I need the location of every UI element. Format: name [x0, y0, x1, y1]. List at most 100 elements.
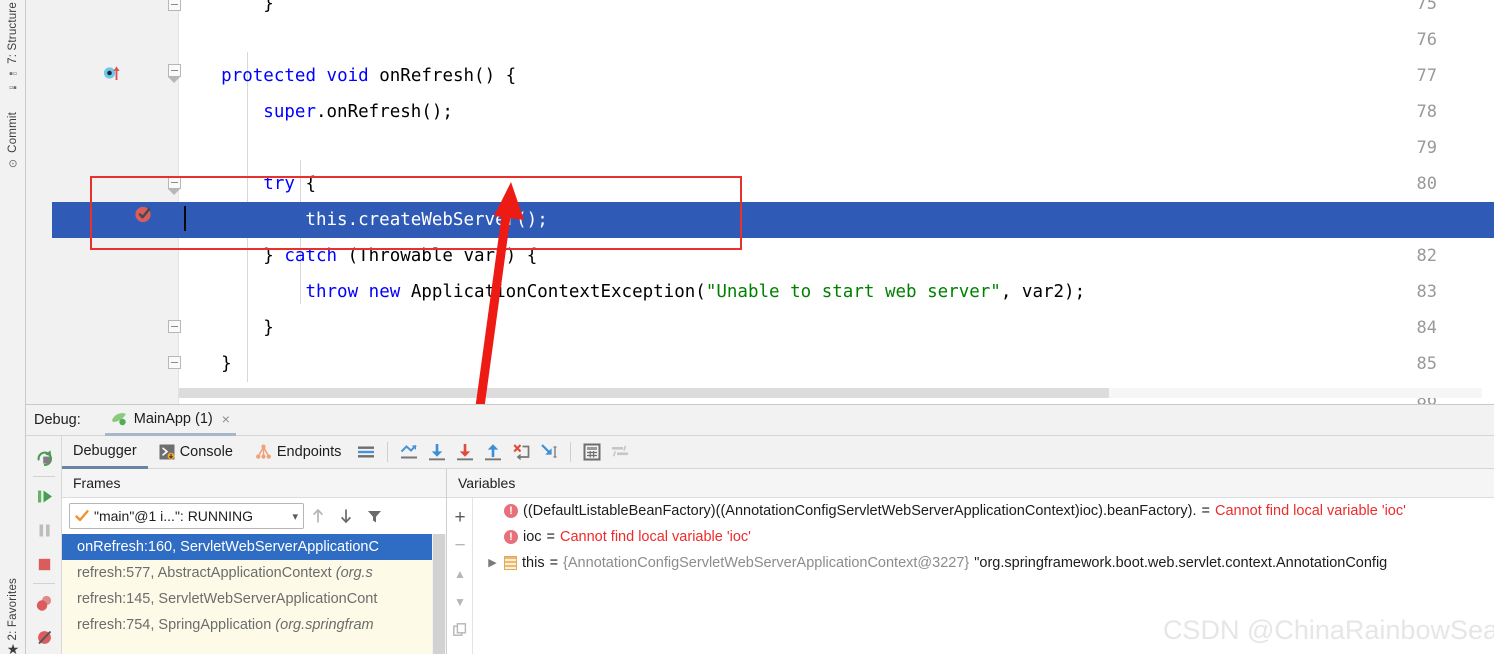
code-line[interactable]: }	[179, 310, 1494, 346]
variable-equals: =	[549, 555, 559, 571]
variable-name: ((DefaultListableBeanFactory)((Annotatio…	[523, 503, 1197, 519]
tab-console-label: Console	[179, 444, 233, 460]
tab-debugger-label: Debugger	[73, 442, 137, 459]
variables-pane: Variables + − ▲ ▼ ! ((DefaultListableBea…	[447, 469, 1494, 654]
variables-list[interactable]: ! ((DefaultListableBeanFactory)((Annotati…	[474, 498, 1494, 654]
sidebar-item-structure[interactable]: 7: Structure ▪▫ ▫▪	[0, 2, 26, 95]
sidebar-item-commit[interactable]: Commit ⊙	[0, 112, 26, 171]
frame-up-button[interactable]	[304, 503, 332, 529]
close-icon[interactable]: ×	[222, 412, 230, 426]
thread-select[interactable]: "main"@1 i...": RUNNING ▾	[69, 503, 304, 529]
code-line-current[interactable]: this.createWebServer();	[52, 202, 1494, 238]
frame-item[interactable]: onRefresh:160, ServletWebServerApplicati…	[62, 534, 432, 560]
rerun-button[interactable]	[26, 440, 62, 474]
frame-item[interactable]: refresh:145, ServletWebServerApplication…	[62, 586, 432, 612]
toolbar-separator	[570, 442, 572, 462]
stop-button[interactable]	[26, 547, 62, 581]
console-icon	[159, 444, 175, 460]
frames-list[interactable]: onRefresh:160, ServletWebServerApplicati…	[62, 534, 432, 654]
code-text: }	[179, 0, 274, 14]
copy-value-button[interactable]	[447, 616, 473, 644]
debug-side-toolbar	[26, 436, 62, 654]
code-line[interactable]: } catch (Throwable var2) {	[179, 238, 1494, 274]
code-token: super	[263, 102, 316, 122]
code-token: }	[179, 246, 285, 266]
force-step-into-button[interactable]	[507, 438, 535, 466]
breakpoint-verified-icon[interactable]	[134, 204, 153, 223]
evaluate-expression-button[interactable]	[578, 438, 606, 466]
run-configuration-tab[interactable]: MainApp (1) ×	[104, 405, 236, 436]
step-out-icon	[485, 444, 502, 461]
code-text: try {	[179, 174, 316, 194]
code-line[interactable]: try {	[179, 166, 1494, 202]
variable-row[interactable]: ! ioc = Cannot find local variable 'ioc'	[474, 524, 1494, 550]
frame-item-label: refresh:754, SpringApplication	[77, 617, 276, 633]
text-caret	[184, 206, 186, 231]
step-over-button[interactable]	[423, 438, 451, 466]
override-method-icon[interactable]	[103, 64, 121, 82]
code-line[interactable]: throw new ApplicationContextException("U…	[179, 274, 1494, 310]
resume-icon	[37, 490, 52, 502]
tab-debugger[interactable]: Debugger	[62, 436, 148, 469]
frame-item-package: (org.s	[335, 565, 373, 581]
editor-horizontal-scrollbar[interactable]	[179, 388, 1482, 398]
run-to-cursor-button[interactable]	[535, 438, 563, 466]
expander-icon[interactable]: ▶	[486, 550, 499, 576]
frame-down-button[interactable]	[332, 503, 360, 529]
frame-item-label: onRefresh:160, ServletWebServerApplicati…	[77, 539, 379, 555]
code-line[interactable]: }	[179, 0, 1494, 22]
code-editor[interactable]: 75 } 76 77 protected void onRefresh() {78 …	[26, 0, 1494, 404]
frame-item[interactable]: refresh:754, SpringApplication (org.spri…	[62, 612, 432, 638]
commit-icon: ⊙	[8, 157, 18, 170]
filter-frames-button[interactable]	[360, 503, 388, 529]
step-into-button[interactable]	[451, 438, 479, 466]
tab-endpoints[interactable]: Endpoints	[244, 436, 353, 469]
add-watch-button[interactable]: +	[447, 504, 473, 532]
mute-breakpoints-button[interactable]	[26, 620, 62, 654]
variable-row[interactable]: ▶ this = {AnnotationConfigServletWebServe…	[474, 550, 1494, 576]
show-execution-point-button[interactable]	[395, 438, 423, 466]
frames-scrollbar[interactable]	[432, 534, 446, 654]
resume-program-button[interactable]	[26, 479, 62, 513]
settings-button[interactable]	[606, 438, 634, 466]
sliders-icon	[612, 445, 629, 457]
variable-row[interactable]: ! ((DefaultListableBeanFactory)((Annotati…	[474, 498, 1494, 524]
layout-settings-button[interactable]	[352, 438, 380, 466]
code-line[interactable]: }	[179, 346, 1494, 382]
frame-item-label: refresh:577, AbstractApplicationContext	[77, 565, 336, 581]
move-watch-up-button[interactable]: ▲	[447, 560, 473, 588]
remove-watch-button[interactable]: −	[447, 532, 473, 560]
debug-titlebar: Debug: MainApp (1) ×	[26, 405, 1494, 436]
code-line[interactable]: super.onRefresh();	[179, 94, 1494, 130]
code-line[interactable]	[179, 22, 1494, 58]
error-icon: !	[504, 530, 518, 544]
step-over-icon	[429, 444, 446, 461]
run-to-cursor-icon	[541, 444, 557, 458]
code-token: catch	[284, 246, 338, 266]
chevron-down-icon[interactable]: ▾	[292, 510, 298, 523]
code-token: .onRefresh();	[315, 102, 453, 122]
variable-equals: =	[546, 529, 556, 545]
sidebar-item-favorites[interactable]: 2: Favorites ★	[0, 578, 26, 654]
code-line[interactable]	[179, 130, 1494, 166]
tab-endpoints-label: Endpoints	[276, 444, 342, 460]
scrollbar-thumb[interactable]	[433, 534, 445, 654]
scrollbar-thumb[interactable]	[179, 388, 1109, 398]
code-line[interactable]: protected void onRefresh() {	[179, 58, 1494, 94]
code-text: }	[179, 318, 274, 338]
step-out-button[interactable]	[479, 438, 507, 466]
thread-select-label: "main"@1 i...": RUNNING	[94, 508, 254, 524]
mute-breakpoints-icon	[37, 630, 51, 644]
frames-header: Frames	[62, 469, 446, 498]
frame-item[interactable]: refresh:577, AbstractApplicationContext …	[62, 560, 432, 586]
object-value-icon	[504, 556, 517, 570]
pause-program-button[interactable]	[26, 513, 62, 547]
move-watch-down-button[interactable]: ▼	[447, 588, 473, 616]
tab-console[interactable]: Console	[148, 436, 244, 469]
view-breakpoints-button[interactable]	[26, 586, 62, 620]
variables-side-toolbar: + − ▲ ▼	[447, 498, 473, 654]
code-text: this.createWebServer();	[52, 202, 547, 238]
debug-title-label: Debug:	[34, 412, 81, 428]
